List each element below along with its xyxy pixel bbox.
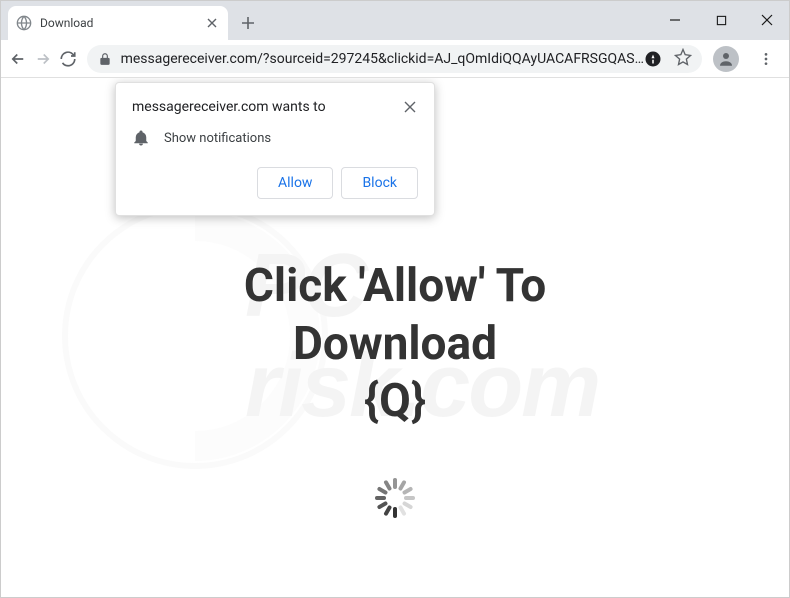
close-tab-icon[interactable] — [204, 15, 220, 31]
close-window-button[interactable] — [744, 0, 790, 40]
allow-button[interactable]: Allow — [257, 167, 333, 199]
maximize-button[interactable] — [698, 0, 744, 40]
popup-description: Show notifications — [164, 131, 271, 146]
page-content: PC risk.com Click 'Allow' To Download {Q… — [0, 78, 790, 598]
incognito-icon — [644, 50, 662, 68]
menu-button[interactable] — [748, 44, 784, 74]
lock-icon — [97, 52, 113, 66]
popup-title: messagereceiver.com wants to — [132, 99, 402, 115]
block-button[interactable]: Block — [341, 167, 418, 199]
browser-tab[interactable]: Download — [8, 6, 228, 40]
popup-close-button[interactable] — [402, 99, 418, 115]
window-titlebar: Download — [0, 0, 790, 40]
bell-icon — [132, 129, 150, 147]
globe-icon — [16, 15, 32, 31]
headline-line-2: Download — [0, 316, 790, 374]
reload-button[interactable] — [56, 44, 81, 74]
window-controls — [652, 0, 790, 40]
profile-button[interactable] — [708, 44, 744, 74]
loading-spinner-icon — [375, 478, 415, 518]
address-bar[interactable]: messagereceiver.com/?sourceid=297245&cli… — [87, 45, 702, 73]
minimize-button[interactable] — [652, 0, 698, 40]
headline-line-3: {Q} — [0, 373, 790, 431]
tab-title: Download — [40, 16, 204, 30]
browser-toolbar: messagereceiver.com/?sourceid=297245&cli… — [0, 40, 790, 78]
bookmark-star-icon[interactable] — [674, 48, 692, 70]
forward-button[interactable] — [31, 44, 56, 74]
headline-line-1: Click 'Allow' To — [0, 258, 790, 316]
url-text: messagereceiver.com/?sourceid=297245&cli… — [121, 51, 644, 67]
back-button[interactable] — [6, 44, 31, 74]
new-tab-button[interactable] — [234, 9, 262, 37]
avatar-icon — [713, 46, 739, 72]
page-headline: Click 'Allow' To Download {Q} — [0, 258, 790, 431]
notification-permission-popup: messagereceiver.com wants to Show notifi… — [115, 82, 435, 216]
